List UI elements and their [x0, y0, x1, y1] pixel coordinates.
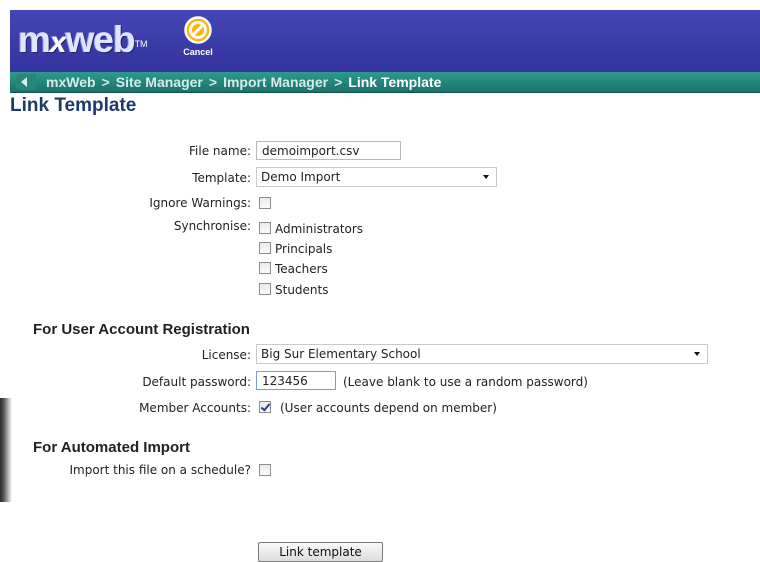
license-select[interactable]: Big Sur Elementary School	[256, 344, 708, 364]
sync-principals-label: Principals	[275, 242, 333, 256]
registration-heading: For User Account Registration	[33, 321, 250, 338]
sync-principals-checkbox[interactable]	[259, 242, 271, 254]
breadcrumb-item-site-manager[interactable]: Site Manager	[116, 74, 203, 90]
chevron-down-icon	[694, 352, 700, 356]
sync-administrators-label: Administrators	[275, 222, 364, 236]
page-title: Link Template	[10, 95, 137, 116]
member-accounts-checkbox[interactable]	[259, 401, 271, 413]
member-accounts-label: Member Accounts:	[139, 401, 251, 415]
ignore-warnings-label: Ignore Warnings:	[149, 196, 251, 210]
sync-teachers-label: Teachers	[275, 262, 328, 276]
breadcrumb-item-current: Link Template	[348, 74, 442, 90]
default-password-field[interactable]	[256, 371, 336, 390]
breadcrumb-separator: >	[101, 74, 110, 90]
sync-administrators-checkbox[interactable]	[259, 222, 271, 234]
mxweb-logo[interactable]: mxwebTM	[18, 20, 148, 63]
breadcrumb-item-mxweb[interactable]: mxWeb	[46, 74, 96, 90]
breadcrumb: mxWeb > Site Manager > Import Manager > Link T…	[10, 72, 760, 93]
breadcrumb-separator: >	[208, 74, 218, 90]
link-template-button[interactable]: Link template	[258, 542, 383, 562]
file-name-field[interactable]	[256, 141, 401, 160]
license-label: License:	[201, 348, 251, 362]
breadcrumb-separator: >	[334, 74, 343, 90]
ignore-warnings-checkbox[interactable]	[259, 197, 271, 209]
logo-text: mxweb	[18, 19, 136, 60]
sync-teachers-checkbox[interactable]	[259, 262, 271, 274]
breadcrumb-trail: mxWeb > Site Manager > Import Manager > Link T…	[46, 73, 441, 91]
default-password-label: Default password:	[142, 375, 251, 389]
breadcrumb-item-import-manager[interactable]: Import Manager	[223, 74, 328, 90]
sync-students-label: Students	[275, 283, 329, 297]
schedule-label: Import this file on a schedule?	[69, 463, 251, 477]
schedule-checkbox[interactable]	[259, 464, 271, 476]
template-select[interactable]: Demo Import	[256, 167, 497, 187]
synchronise-label: Synchronise:	[173, 219, 251, 233]
member-accounts-hint: (User accounts depend on member)	[280, 401, 497, 415]
cancel-label: Cancel	[183, 47, 213, 57]
default-password-hint: (Leave blank to use a random password)	[343, 375, 588, 389]
sync-students-checkbox[interactable]	[259, 283, 271, 295]
template-select-value: Demo Import	[261, 170, 341, 184]
cancel-icon	[184, 16, 212, 44]
app-header: mxwebTM Cancel	[10, 10, 760, 72]
back-arrow-icon[interactable]	[16, 74, 36, 90]
file-name-label: File name:	[189, 144, 251, 158]
automated-import-heading: For Automated Import	[33, 439, 190, 456]
cancel-button[interactable]: Cancel	[173, 14, 223, 70]
chevron-down-icon	[483, 175, 489, 179]
window-edge-shadow	[0, 398, 12, 502]
template-label: Template:	[192, 171, 251, 185]
logo-trademark: TM	[134, 39, 148, 49]
license-select-value: Big Sur Elementary School	[261, 347, 421, 361]
